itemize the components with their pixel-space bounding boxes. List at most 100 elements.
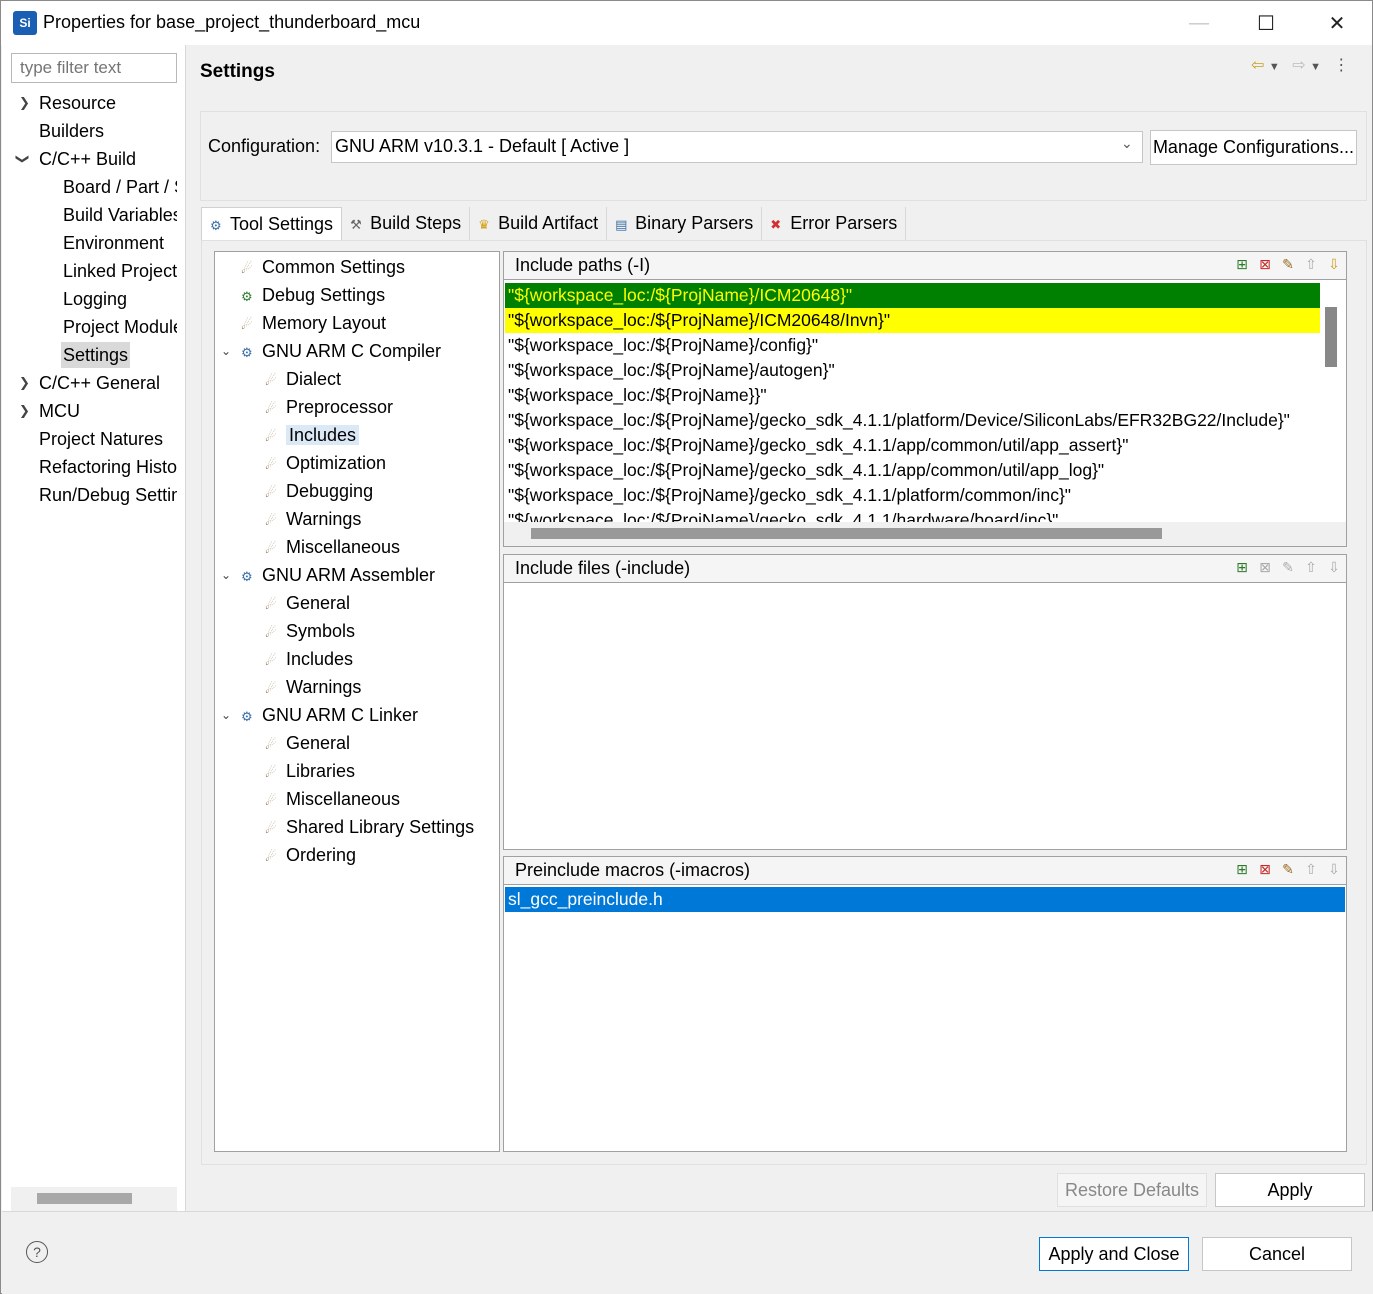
delete-icon[interactable]: ⊠	[1257, 861, 1273, 877]
include-path-row[interactable]: "${workspace_loc:/${ProjName}/gecko_sdk_…	[505, 483, 1320, 508]
apply-and-close-button[interactable]: Apply and Close	[1039, 1237, 1189, 1271]
back-arrow-icon[interactable]: ⇦	[1251, 57, 1264, 74]
edit-icon[interactable]: ✎	[1280, 559, 1296, 575]
tree-item-assembler-general[interactable]: ☄ General	[265, 590, 350, 616]
tree-item-gnu-arm-assembler[interactable]: ⚙ GNU ARM Assembler	[241, 562, 435, 588]
move-down-icon[interactable]: ⇩	[1326, 256, 1342, 272]
tab-binary-parsers[interactable]: ▤ Binary Parsers	[607, 207, 763, 241]
tree-item-assembler-warnings[interactable]: ☄ Warnings	[265, 674, 361, 700]
tree-item-shared-library-settings[interactable]: ☄ Shared Library Settings	[265, 814, 474, 840]
nav-item-logging[interactable]: Logging	[63, 286, 177, 312]
filter-input[interactable]	[11, 53, 177, 83]
include-path-row[interactable]: "${workspace_loc:/${ProjName}/autogen}"	[505, 358, 1320, 383]
forward-menu-chevron-icon[interactable]: ▼	[1310, 61, 1321, 73]
delete-icon[interactable]: ⊠	[1257, 256, 1273, 272]
minimize-button[interactable]: —	[1176, 7, 1222, 39]
tab-build-steps[interactable]: ⚒ Build Steps	[342, 207, 471, 241]
tree-item-gnu-arm-c-linker[interactable]: ⚙ GNU ARM C Linker	[241, 702, 418, 728]
nav-item-cpp-general[interactable]: C/C++ General	[39, 370, 179, 396]
build-artifact-icon: ♛	[478, 217, 490, 232]
tab-error-parsers[interactable]: ✖ Error Parsers	[762, 207, 907, 241]
delete-icon[interactable]: ⊠	[1257, 559, 1273, 575]
option-page-icon: ☄	[265, 849, 277, 864]
manage-configurations-button[interactable]: Manage Configurations...	[1150, 130, 1357, 165]
collapse-arrow-icon[interactable]: ❯	[9, 154, 35, 165]
add-icon[interactable]: ⊞	[1234, 256, 1250, 272]
include-path-row[interactable]: "${workspace_loc:/${ProjName}/gecko_sdk_…	[505, 508, 1320, 522]
add-icon[interactable]: ⊞	[1234, 559, 1250, 575]
include-path-row[interactable]: "${workspace_loc:/${ProjName}}"	[505, 383, 1320, 408]
chevron-down-icon[interactable]: ⌄	[1121, 135, 1133, 152]
collapse-arrow-icon[interactable]: ⌄	[221, 562, 231, 588]
nav-item-project-natures[interactable]: Project Natures	[39, 426, 177, 452]
tree-item-optimization[interactable]: ☄ Optimization	[265, 450, 386, 476]
include-path-row[interactable]: "${workspace_loc:/${ProjName}/ICM20648/I…	[505, 308, 1320, 333]
more-menu-icon[interactable]: ⋮	[1333, 57, 1349, 74]
tree-item-symbols[interactable]: ☄ Symbols	[265, 618, 355, 644]
tree-item-linker-miscellaneous[interactable]: ☄ Miscellaneous	[265, 786, 400, 812]
tree-item-debugging[interactable]: ☄ Debugging	[265, 478, 373, 504]
include-path-row[interactable]: "${workspace_loc:/${ProjName}/config}"	[505, 333, 1320, 358]
nav-item-resource[interactable]: Resource	[39, 90, 179, 116]
nav-item-linked-projects[interactable]: Linked Projects	[63, 258, 177, 284]
tree-item-warnings[interactable]: ☄ Warnings	[265, 506, 361, 532]
nav-item-run-debug-settings[interactable]: Run/Debug Settings	[39, 482, 177, 508]
tree-item-includes[interactable]: ☄ Includes	[265, 422, 360, 448]
nav-item-environment[interactable]: Environment	[63, 230, 177, 256]
nav-item-mcu[interactable]: MCU	[39, 398, 179, 424]
include-path-row[interactable]: "${workspace_loc:/${ProjName}/ICM20648}"	[505, 283, 1320, 308]
tree-item-preprocessor[interactable]: ☄ Preprocessor	[265, 394, 393, 420]
include-paths-horizontal-scrollbar[interactable]	[531, 528, 1162, 539]
move-up-icon[interactable]: ⇧	[1303, 559, 1319, 575]
expand-arrow-icon[interactable]: ❯	[19, 398, 30, 424]
move-down-icon[interactable]: ⇩	[1326, 559, 1342, 575]
tree-item-debug-settings[interactable]: ⚙ Debug Settings	[241, 282, 385, 308]
preinclude-macro-row[interactable]: sl_gcc_preinclude.h	[505, 887, 1345, 912]
add-icon[interactable]: ⊞	[1234, 861, 1250, 877]
scrollbar-thumb[interactable]	[37, 1193, 132, 1204]
nav-item-settings[interactable]: Settings	[61, 342, 131, 368]
edit-icon[interactable]: ✎	[1280, 861, 1296, 877]
collapse-arrow-icon[interactable]: ⌄	[221, 702, 231, 728]
tree-item-ordering[interactable]: ☄ Ordering	[265, 842, 356, 868]
apply-button[interactable]: Apply	[1215, 1173, 1365, 1207]
tree-item-linker-general[interactable]: ☄ General	[265, 730, 350, 756]
tree-item-memory-layout[interactable]: ☄ Memory Layout	[241, 310, 386, 336]
nav-item-project-modules[interactable]: Project Modules	[63, 314, 177, 340]
include-path-row[interactable]: "${workspace_loc:/${ProjName}/gecko_sdk_…	[505, 408, 1320, 433]
move-up-icon[interactable]: ⇧	[1303, 256, 1319, 272]
configuration-select[interactable]: GNU ARM v10.3.1 - Default [ Active ]	[331, 131, 1143, 163]
nav-item-board-part[interactable]: Board / Part / S	[63, 174, 177, 200]
expand-arrow-icon[interactable]: ❯	[19, 370, 30, 396]
nav-item-build-variables[interactable]: Build Variables	[63, 202, 177, 228]
collapse-arrow-icon[interactable]: ⌄	[221, 338, 231, 364]
include-path-row[interactable]: "${workspace_loc:/${ProjName}/gecko_sdk_…	[505, 458, 1320, 483]
tab-build-artifact[interactable]: ♛ Build Artifact	[470, 207, 608, 241]
tab-label: Build Steps	[370, 213, 462, 233]
forward-arrow-icon[interactable]: ⇨	[1292, 57, 1305, 74]
cancel-button[interactable]: Cancel	[1202, 1237, 1352, 1271]
close-button[interactable]: ✕	[1314, 7, 1360, 39]
tree-item-dialect[interactable]: ☄ Dialect	[265, 366, 341, 392]
tree-item-libraries[interactable]: ☄ Libraries	[265, 758, 355, 784]
back-menu-chevron-icon[interactable]: ▼	[1269, 61, 1280, 73]
include-paths-vertical-scrollbar[interactable]	[1325, 307, 1337, 367]
move-up-icon[interactable]: ⇧	[1303, 861, 1319, 877]
include-path-row[interactable]: "${workspace_loc:/${ProjName}/gecko_sdk_…	[505, 433, 1320, 458]
nav-item-refactoring-history[interactable]: Refactoring History	[39, 454, 177, 480]
edit-icon[interactable]: ✎	[1280, 256, 1296, 272]
maximize-button[interactable]: ☐	[1243, 7, 1289, 39]
nav-horizontal-scrollbar[interactable]	[11, 1187, 177, 1211]
restore-defaults-button[interactable]: Restore Defaults	[1057, 1173, 1207, 1207]
move-down-icon[interactable]: ⇩	[1326, 861, 1342, 877]
tree-item-miscellaneous[interactable]: ☄ Miscellaneous	[265, 534, 400, 560]
expand-arrow-icon[interactable]: ❯	[19, 90, 30, 116]
nav-item-cpp-build[interactable]: C/C++ Build	[39, 146, 179, 172]
tab-tool-settings[interactable]: ⚙ Tool Settings	[201, 207, 343, 242]
tree-item-assembler-includes[interactable]: ☄ Includes	[265, 646, 353, 672]
help-icon[interactable]: ?	[26, 1241, 48, 1263]
nav-item-builders[interactable]: Builders	[39, 118, 179, 144]
tree-item-gnu-arm-c-compiler[interactable]: ⚙ GNU ARM C Compiler	[241, 338, 441, 364]
tree-item-common-settings[interactable]: ☄ Common Settings	[241, 254, 405, 280]
option-page-icon: ☄	[265, 625, 277, 640]
